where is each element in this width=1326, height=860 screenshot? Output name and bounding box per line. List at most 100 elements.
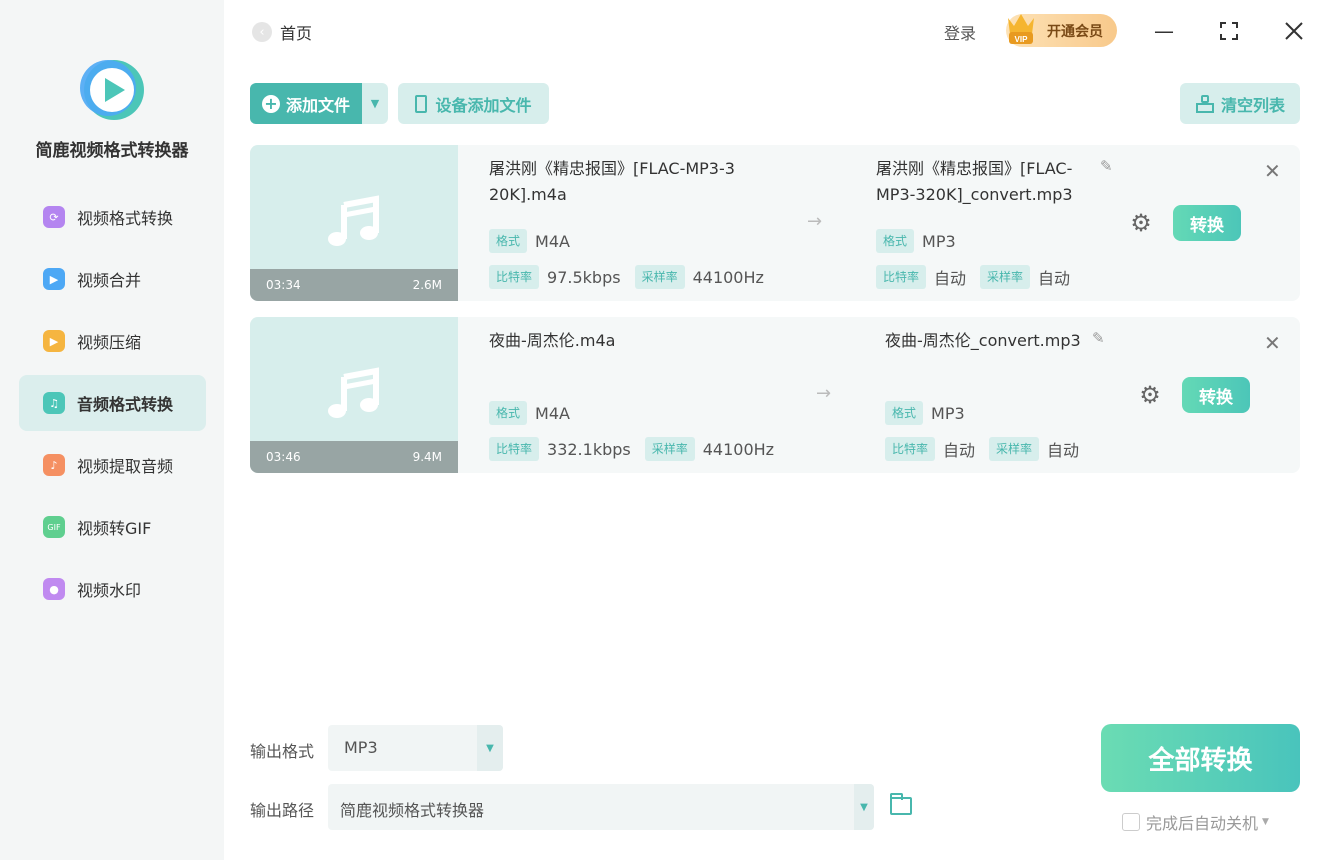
output-path-select[interactable]: 简鹿视频格式转换器 ▼ <box>328 784 874 830</box>
sidebar-item-video-merge[interactable]: ▶ 视频合并 <box>19 251 206 307</box>
target-samplerate: 自动 <box>1038 269 1071 288</box>
remove-file-icon[interactable]: ✕ <box>1264 331 1281 355</box>
vip-crown-icon: VIP <box>1008 14 1034 44</box>
format-tag: 格式 <box>489 401 528 425</box>
bitrate-tag: 比特率 <box>876 265 927 289</box>
file-duration: 03:46 <box>266 450 301 464</box>
extract-audio-icon: ♪ <box>43 454 65 476</box>
bitrate-tag: 比特率 <box>489 437 540 461</box>
target-bitrate: 自动 <box>934 269 967 288</box>
settings-gear-icon[interactable]: ⚙ <box>1137 381 1163 409</box>
music-note-icon <box>328 367 379 418</box>
login-button[interactable]: 登录 <box>944 20 976 44</box>
home-label: 首页 <box>280 24 313 43</box>
device-add-label: 设备添加文件 <box>435 95 532 115</box>
sidebar-item-video-compress[interactable]: ▶ 视频压缩 <box>19 313 206 369</box>
chevron-down-icon[interactable]: ▼ <box>1262 817 1269 827</box>
target-format: MP3 <box>931 403 965 423</box>
phone-icon <box>415 94 428 113</box>
format-tag: 格式 <box>489 229 528 253</box>
auto-shutdown-checkbox[interactable] <box>1122 813 1140 831</box>
clear-list-button[interactable]: 清空列表 <box>1180 83 1300 124</box>
chevron-down-icon: ▼ <box>477 725 503 771</box>
target-bitrate: 自动 <box>943 441 976 460</box>
music-note-icon <box>328 195 379 246</box>
svg-text:VIP: VIP <box>1015 35 1029 44</box>
source-rate-row: 比特率 332.1kbps 采样率 44100Hz <box>489 437 788 461</box>
file-size: 2.6M <box>412 278 442 292</box>
target-filename-line: 屠洪刚《精忠报国》[FLAC- <box>876 159 1073 178</box>
file-thumbnail: 03:46 9.4M <box>250 317 458 473</box>
minimize-icon[interactable]: — <box>1151 18 1177 44</box>
chevron-down-icon: ▼ <box>370 97 380 110</box>
output-path-label: 输出路径 <box>250 801 315 820</box>
source-format-row: 格式 M4A <box>489 229 584 253</box>
convert-button[interactable]: 转换 <box>1182 377 1250 413</box>
samplerate-tag: 采样率 <box>644 437 695 461</box>
bitrate-tag: 比特率 <box>885 437 936 461</box>
output-format-label: 输出格式 <box>250 742 315 761</box>
output-format-select[interactable]: MP3 ▼ <box>328 725 503 771</box>
format-tag: 格式 <box>876 229 915 253</box>
app-name: 简鹿视频格式转换器 <box>35 141 189 161</box>
target-rate-row: 比特率 自动 采样率 自动 <box>876 265 1084 289</box>
add-file-label: 添加文件 <box>286 95 351 115</box>
edit-pencil-icon[interactable]: ✎ <box>1092 329 1105 347</box>
target-filename-line: MP3-320K]_convert.mp3 <box>876 185 1073 204</box>
add-file-dropdown[interactable]: ▼ <box>362 83 388 124</box>
sidebar-item-label: 视频合并 <box>77 271 142 290</box>
target-format-row: 格式 MP3 <box>885 401 979 425</box>
sidebar-item-audio-convert[interactable]: ♫ 音频格式转换 <box>19 375 206 431</box>
bitrate-tag: 比特率 <box>489 265 540 289</box>
sidebar-item-label: 视频提取音频 <box>77 457 174 476</box>
video-merge-icon: ▶ <box>43 268 65 290</box>
video-convert-icon: ⟳ <box>43 206 65 228</box>
add-file-button[interactable]: + 添加文件 <box>250 83 362 124</box>
app-logo-icon <box>80 60 144 120</box>
samplerate-tag: 采样率 <box>980 265 1031 289</box>
target-filename: 屠洪刚《精忠报国》[FLAC- MP3-320K]_convert.mp3 <box>876 156 1073 208</box>
device-add-button[interactable]: 设备添加文件 <box>398 83 549 124</box>
source-filename: 屠洪刚《精忠报国》[FLAC-MP3-3 20K].m4a <box>489 156 735 208</box>
file-card: 03:46 9.4M 夜曲-周杰伦.m4a 格式 M4A 比特率 332.1kb… <box>250 317 1300 473</box>
sidebar-item-video-gif[interactable]: GIF 视频转GIF <box>19 499 206 555</box>
maximize-icon[interactable] <box>1216 18 1242 44</box>
target-samplerate: 自动 <box>1047 441 1080 460</box>
settings-gear-icon[interactable]: ⚙ <box>1128 209 1154 237</box>
sidebar: 简鹿视频格式转换器 ⟳ 视频格式转换 ▶ 视频合并 ▶ 视频压缩 ♫ 音频格式转… <box>0 0 224 860</box>
sidebar-item-label: 视频格式转换 <box>77 209 174 228</box>
output-path-value: 简鹿视频格式转换器 <box>340 801 485 820</box>
vip-button[interactable]: VIP 开通会员 <box>1006 14 1117 47</box>
chevron-down-icon: ▼ <box>854 784 874 830</box>
auto-shutdown-label: 完成后自动关机 <box>1146 814 1259 833</box>
source-format: M4A <box>535 403 570 423</box>
video-compress-icon: ▶ <box>43 330 65 352</box>
sidebar-item-label: 音频格式转换 <box>77 395 174 414</box>
file-size: 9.4M <box>412 450 442 464</box>
broom-icon <box>1195 94 1214 113</box>
close-window-icon[interactable] <box>1281 18 1307 44</box>
sidebar-item-label: 视频压缩 <box>77 333 142 352</box>
sidebar-item-video-convert[interactable]: ⟳ 视频格式转换 <box>19 189 206 245</box>
remove-file-icon[interactable]: ✕ <box>1264 159 1281 183</box>
sidebar-item-extract-audio[interactable]: ♪ 视频提取音频 <box>19 437 206 493</box>
convert-all-button[interactable]: 全部转换 <box>1101 724 1300 792</box>
arrow-right-icon: → <box>816 383 832 404</box>
source-format-row: 格式 M4A <box>489 401 584 425</box>
sidebar-item-label: 视频水印 <box>77 581 142 600</box>
home-link[interactable]: ‹ 首页 <box>252 20 312 44</box>
target-rate-row: 比特率 自动 采样率 自动 <box>885 437 1093 461</box>
back-arrow-icon: ‹ <box>252 22 272 42</box>
convert-button[interactable]: 转换 <box>1173 205 1241 241</box>
plus-icon: + <box>262 94 280 113</box>
samplerate-tag: 采样率 <box>634 265 685 289</box>
sidebar-item-watermark[interactable]: ● 视频水印 <box>19 561 206 617</box>
vip-label: 开通会员 <box>1047 23 1103 40</box>
file-card: 03:34 2.6M 屠洪刚《精忠报国》[FLAC-MP3-3 20K].m4a… <box>250 145 1300 301</box>
gif-icon: GIF <box>43 516 65 538</box>
edit-pencil-icon[interactable]: ✎ <box>1100 157 1113 175</box>
source-format: M4A <box>535 231 570 251</box>
folder-icon[interactable] <box>890 793 912 815</box>
file-duration: 03:34 <box>266 278 301 292</box>
auto-shutdown-option[interactable]: 完成后自动关机 ▼ <box>1122 810 1269 834</box>
